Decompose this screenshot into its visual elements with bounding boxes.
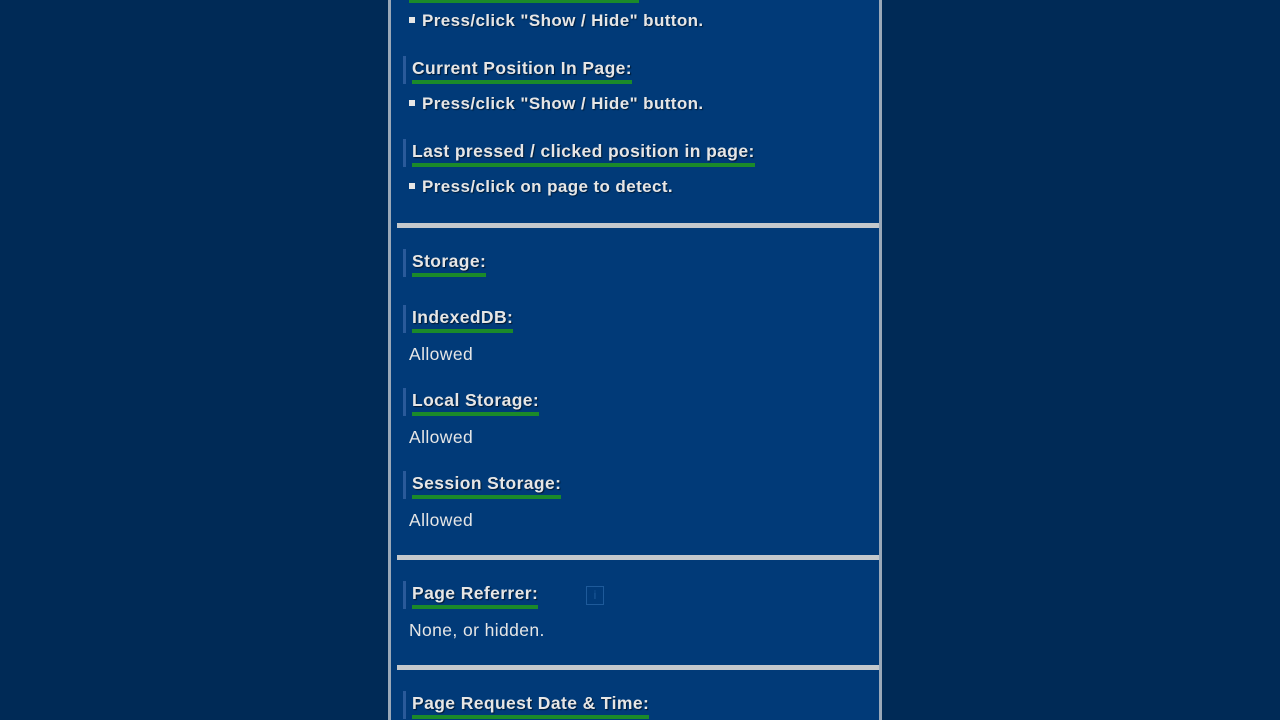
section-divider bbox=[397, 555, 879, 560]
last-pressed-hint-text: Press/click on page to detect. bbox=[422, 177, 674, 196]
section-divider bbox=[397, 665, 879, 670]
indexeddb-value: Allowed bbox=[409, 344, 474, 364]
bullet-icon bbox=[409, 16, 415, 23]
page-referrer-value: None, or hidden. bbox=[409, 620, 545, 640]
indexeddb-heading: IndexedDB: bbox=[403, 305, 514, 333]
last-pressed-heading-text: Last pressed / clicked position in page: bbox=[412, 139, 755, 167]
bullet-icon bbox=[409, 99, 415, 106]
last-pressed-hint: Press/click on page to detect. bbox=[409, 176, 673, 198]
current-position-heading-text: Current Position In Page: bbox=[412, 56, 633, 84]
show-hide-hint-text: Press/click "Show / Hide" button. bbox=[422, 11, 704, 30]
local-storage-heading-text: Local Storage: bbox=[412, 388, 540, 416]
last-pressed-heading: Last pressed / clicked position in page: bbox=[403, 139, 755, 167]
previous-heading-underline bbox=[409, 0, 639, 3]
storage-heading: Storage: bbox=[403, 249, 487, 277]
session-storage-heading: Session Storage: bbox=[403, 471, 562, 499]
page-request-heading: Page Request Date & Time: bbox=[403, 691, 650, 719]
page-request-heading-text: Page Request Date & Time: bbox=[412, 691, 650, 719]
bullet-icon bbox=[409, 182, 415, 189]
section-divider bbox=[397, 223, 879, 228]
current-position-hint-text: Press/click "Show / Hide" button. bbox=[422, 94, 704, 113]
local-storage-heading: Local Storage: bbox=[403, 388, 540, 416]
show-hide-hint: Press/click "Show / Hide" button. bbox=[409, 10, 704, 32]
page-referrer-heading: Page Referrer: bbox=[403, 581, 539, 609]
info-icon[interactable]: i bbox=[586, 586, 604, 605]
indexeddb-heading-text: IndexedDB: bbox=[412, 305, 514, 333]
info-panel: Press/click "Show / Hide" button. Curren… bbox=[388, 0, 882, 720]
page-referrer-heading-text: Page Referrer: bbox=[412, 581, 539, 609]
session-storage-heading-text: Session Storage: bbox=[412, 471, 562, 499]
storage-heading-text: Storage: bbox=[412, 249, 487, 277]
session-storage-value: Allowed bbox=[409, 510, 474, 530]
current-position-hint: Press/click "Show / Hide" button. bbox=[409, 93, 704, 115]
current-position-heading: Current Position In Page: bbox=[403, 56, 633, 84]
local-storage-value: Allowed bbox=[409, 427, 474, 447]
